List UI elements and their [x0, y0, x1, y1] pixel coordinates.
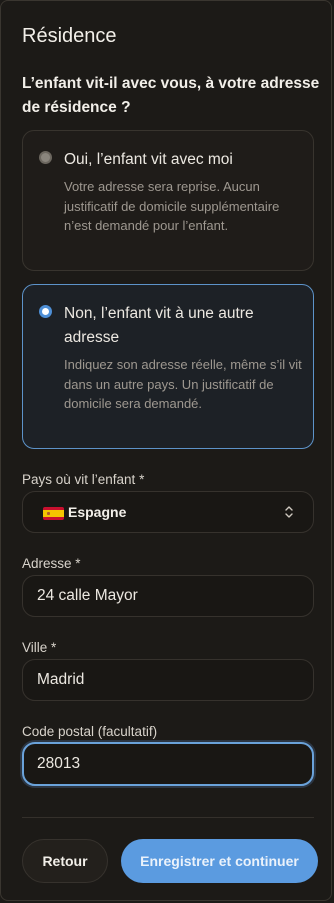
country-value: Espagne	[68, 504, 127, 520]
option-lives-with-me[interactable]: Oui, l’enfant vit avec moi Votre adresse…	[22, 130, 314, 271]
postal-code-field[interactable]: 28013	[22, 742, 314, 786]
option-title: Non, l’enfant vit à une autre adresse	[64, 305, 254, 346]
option-description: Indiquez son adresse réelle, même s’il v…	[64, 357, 302, 411]
radio-selected-icon[interactable]	[39, 305, 52, 318]
address-value: 24 calle Mayor	[37, 587, 138, 604]
residence-panel: Résidence L’enfant vit-il avec vous, à v…	[0, 0, 332, 901]
spain-flag-icon	[43, 507, 64, 520]
radio-unselected-icon[interactable]	[39, 151, 52, 164]
chevron-up-down-icon	[285, 506, 293, 518]
city-label: Ville *	[22, 640, 57, 655]
country-label: Pays où vit l’enfant *	[22, 472, 145, 487]
postal-code-label: Code postal (facultatif)	[22, 724, 158, 739]
residence-question: L’enfant vit-il avec vous, à votre adres…	[22, 75, 320, 116]
address-field[interactable]: 24 calle Mayor	[22, 575, 314, 617]
address-label: Adresse *	[22, 556, 81, 571]
option-title: Oui, l’enfant vit avec moi	[64, 151, 233, 168]
save-and-continue-button[interactable]: Enregistrer et continuer	[121, 839, 318, 883]
city-field[interactable]: Madrid	[22, 659, 314, 701]
section-title: Résidence	[22, 25, 117, 47]
postal-code-value: 28013	[37, 755, 81, 772]
back-button[interactable]: Retour	[22, 839, 108, 883]
city-value: Madrid	[37, 671, 85, 688]
divider	[22, 817, 314, 818]
option-other-address[interactable]: Non, l’enfant vit à une autre adresse In…	[22, 284, 314, 449]
option-description: Votre adresse sera reprise. Aucun justif…	[64, 179, 280, 233]
country-select[interactable]: Espagne	[22, 491, 314, 533]
